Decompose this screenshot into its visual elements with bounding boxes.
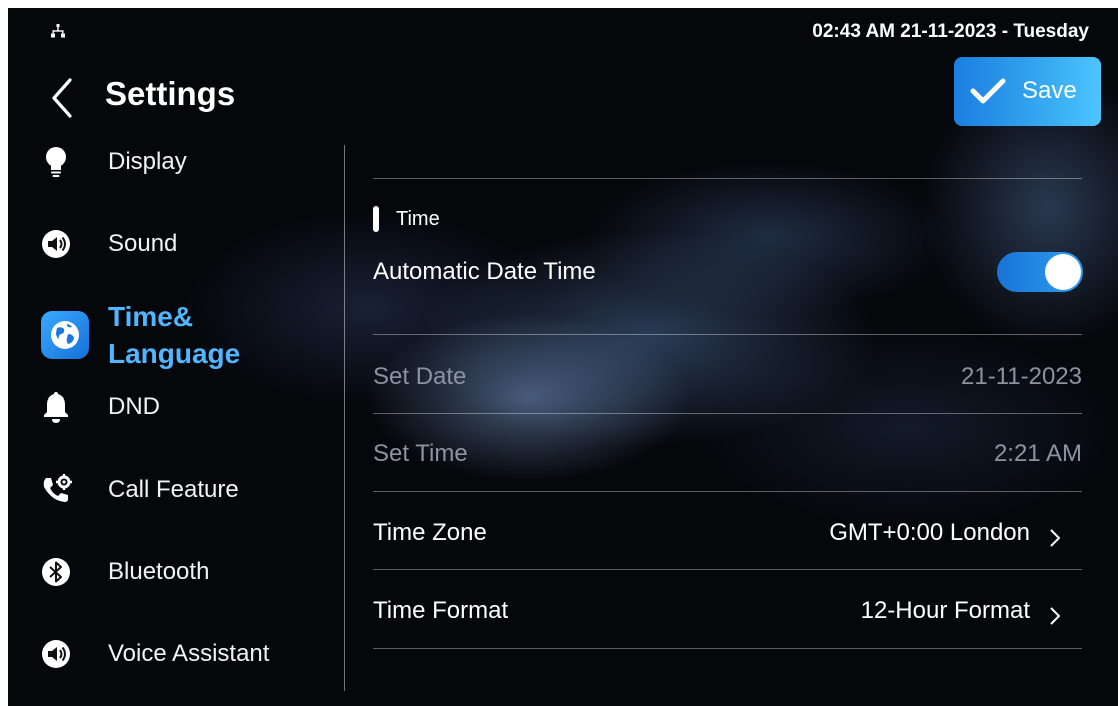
page-title: Settings — [105, 75, 236, 112]
time-zone-label: Time Zone — [373, 519, 487, 546]
bell-icon — [44, 392, 68, 423]
chevron-right-icon — [1050, 529, 1061, 547]
set-date-label: Set Date — [373, 363, 467, 390]
time-format-label: Time Format — [373, 597, 509, 624]
speaker-icon — [42, 230, 70, 258]
globe-icon — [41, 311, 89, 359]
sidebar-item-label: Bluetooth — [108, 558, 210, 585]
divider — [373, 648, 1082, 649]
save-button-label: Save — [1022, 77, 1077, 104]
set-date-value: 21-11-2023 — [961, 363, 1082, 390]
section-title: Time — [396, 208, 440, 230]
bluetooth-icon — [42, 558, 70, 586]
back-arrow-icon[interactable] — [48, 76, 78, 120]
sidebar-item-label: DND — [108, 393, 160, 420]
sidebar-item-label: Sound — [108, 230, 178, 257]
settings-screen: 02:43 AM 21-11-2023 - Tuesday Settings S… — [8, 8, 1118, 706]
automatic-date-time-label: Automatic Date Time — [373, 258, 596, 285]
chevron-right-icon — [1050, 607, 1061, 625]
sidebar-item-bluetooth[interactable]: Bluetooth — [38, 554, 338, 590]
set-time-row: Set Time 2:21 AM — [373, 414, 1082, 490]
set-date-row: Set Date 21-11-2023 — [373, 336, 1082, 412]
set-time-value: 2:21 AM — [993, 440, 1082, 467]
sidebar-item-call-feature[interactable]: Call Feature — [38, 472, 338, 508]
divider — [373, 178, 1082, 179]
sidebar-item-sound[interactable]: Sound — [38, 226, 338, 262]
sidebar-item-voice-assistant[interactable]: Voice Assistant — [38, 636, 338, 672]
sidebar-item-display[interactable]: Display — [38, 144, 338, 180]
sidebar-item-label: Display — [108, 148, 187, 175]
sidebar-item-label: Voice Assistant — [108, 640, 270, 667]
status-clock: 02:43 AM 21-11-2023 - Tuesday — [812, 21, 1089, 42]
sidebar-item-label: Time& Language — [108, 301, 241, 369]
sidebar-item-label: Call Feature — [108, 476, 239, 503]
checkmark-icon — [970, 78, 1006, 104]
network-icon — [51, 24, 65, 38]
save-button[interactable]: Save — [954, 57, 1101, 126]
time-format-value: 12-Hour Format — [860, 597, 1030, 624]
automatic-date-time-toggle[interactable] — [997, 252, 1083, 292]
time-zone-value: GMT+0:00 London — [829, 519, 1030, 546]
sidebar-item-dnd[interactable]: DND — [38, 389, 338, 425]
set-time-label: Set Time — [373, 440, 468, 467]
speaker-icon — [42, 640, 70, 668]
lightbulb-icon — [46, 147, 66, 177]
toggle-knob — [1045, 254, 1081, 290]
phone-gear-icon — [43, 474, 72, 502]
time-zone-row[interactable]: Time Zone GMT+0:00 London — [373, 492, 1082, 568]
time-format-row[interactable]: Time Format 12-Hour Format — [373, 570, 1082, 646]
sidebar-divider — [344, 145, 345, 691]
section-marker — [373, 206, 379, 232]
sidebar-item-time-language[interactable]: Time& Language — [38, 296, 338, 374]
divider — [373, 334, 1082, 335]
